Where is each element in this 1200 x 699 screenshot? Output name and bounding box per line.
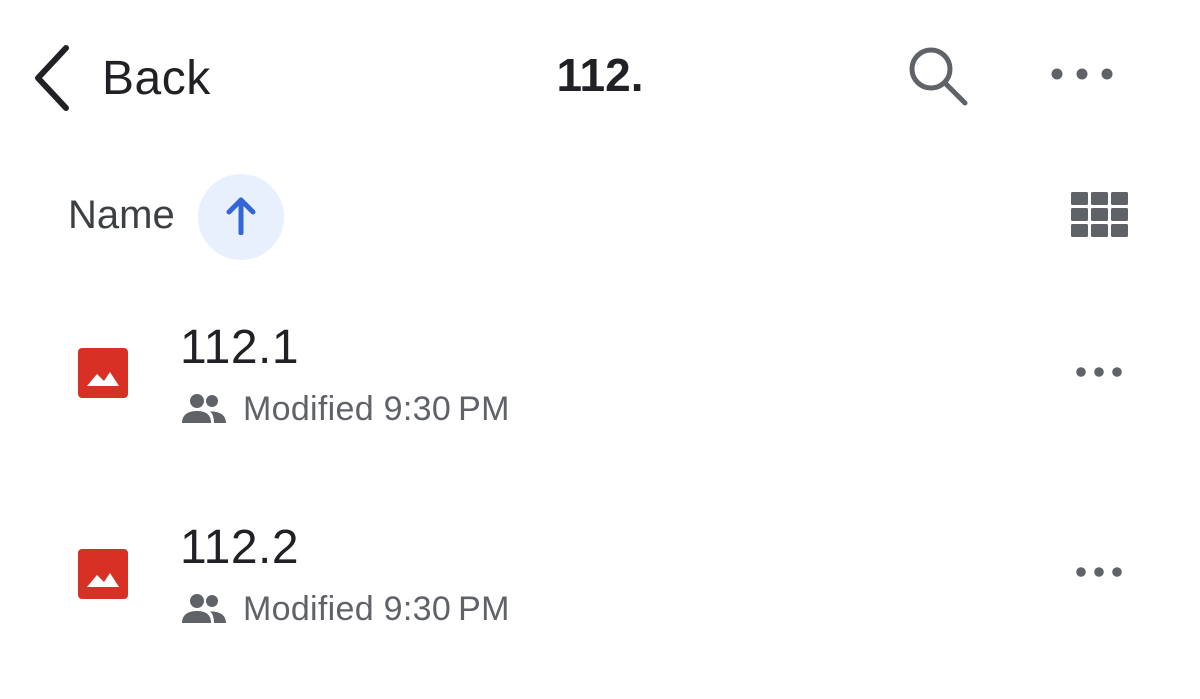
image-file-icon — [78, 549, 128, 599]
file-more-button[interactable] — [1064, 552, 1134, 596]
file-meta: Modified 9:30 PM — [180, 589, 510, 629]
file-row[interactable]: 112.2 Modified 9:30 PM — [0, 490, 1200, 680]
image-file-icon — [78, 348, 128, 398]
modified-timestamp: Modified 9:30 PM — [243, 389, 510, 428]
file-meta: Modified 9:30 PM — [180, 389, 510, 429]
people-icon — [180, 391, 228, 427]
file-more-button[interactable] — [1064, 352, 1134, 396]
back-button[interactable]: Back — [30, 40, 211, 116]
search-icon — [905, 43, 971, 114]
sort-direction-button[interactable] — [198, 174, 284, 260]
chevron-left-icon — [30, 40, 74, 116]
file-row[interactable]: 112.1 Modified 9:30 PM — [0, 290, 1200, 480]
grid-view-button[interactable] — [1062, 186, 1138, 248]
sort-field-label[interactable]: Name — [68, 193, 175, 238]
more-options-button[interactable] — [1040, 50, 1124, 102]
file-name: 112.1 — [180, 321, 300, 374]
file-name: 112.2 — [180, 521, 300, 574]
modified-timestamp: Modified 9:30 PM — [243, 589, 510, 628]
people-icon — [180, 591, 228, 627]
page-title: 112. — [556, 49, 644, 101]
more-horizontal-icon — [1050, 67, 1114, 86]
back-label: Back — [102, 51, 211, 105]
arrow-up-icon — [226, 195, 256, 240]
search-button[interactable] — [898, 40, 978, 116]
grid-view-icon — [1071, 191, 1129, 243]
more-horizontal-icon — [1075, 565, 1123, 583]
more-horizontal-icon — [1075, 365, 1123, 383]
